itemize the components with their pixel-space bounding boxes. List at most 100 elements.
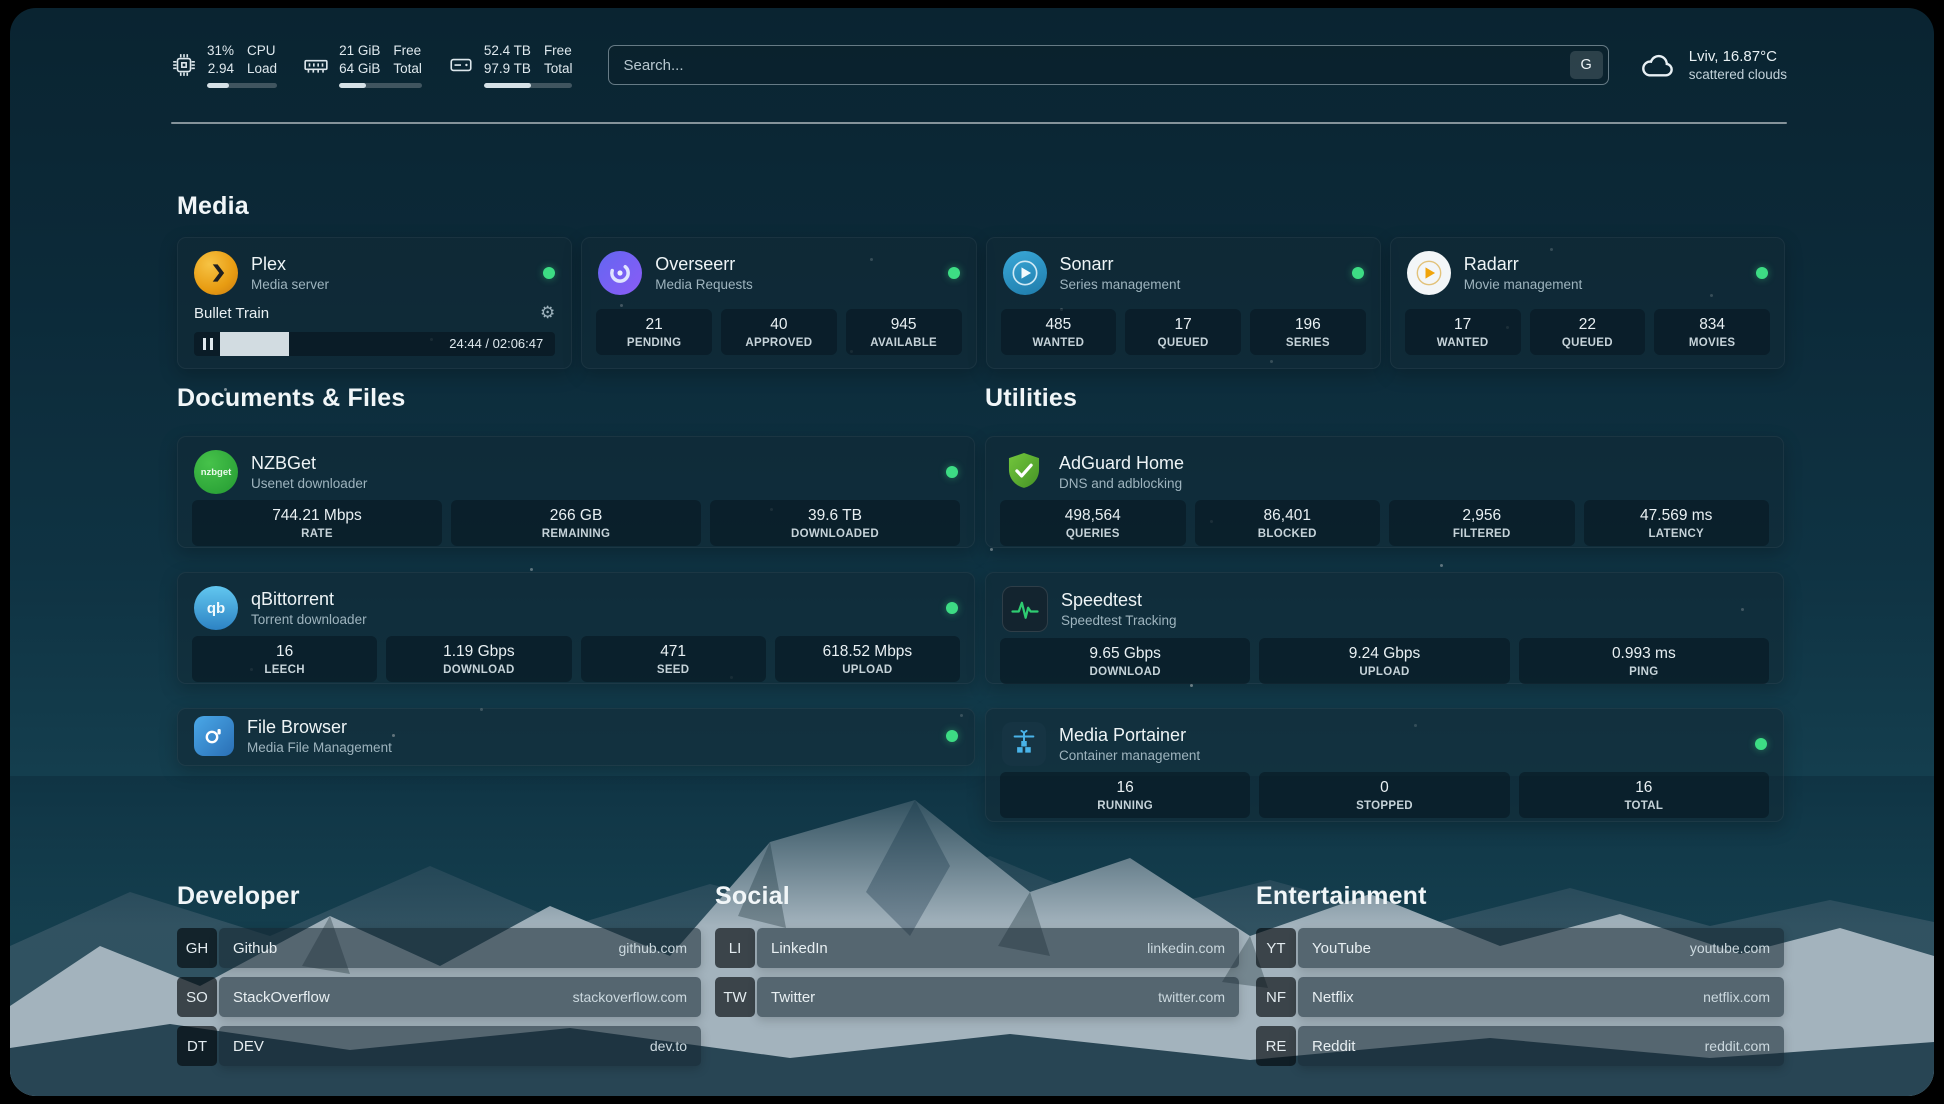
bookmark-youtube[interactable]: YT YouTube youtube.com xyxy=(1256,928,1784,968)
bookmark-url: reddit.com xyxy=(1705,1038,1770,1054)
stat-box: 21 PENDING xyxy=(596,309,712,355)
service-title: Radarr xyxy=(1464,254,1583,276)
stat-box: 0.993 ms PING xyxy=(1519,638,1769,684)
bookmark-dev[interactable]: DT DEV dev.to xyxy=(177,1026,701,1066)
snow-specks xyxy=(10,8,13,11)
stat-box: 40 APPROVED xyxy=(721,309,837,355)
status-dot xyxy=(946,466,958,478)
status-dot xyxy=(1755,738,1767,750)
speedtest-icon xyxy=(1002,586,1048,632)
bookmark-name: Reddit xyxy=(1312,1038,1355,1055)
playback-progress-fill xyxy=(220,332,289,356)
section-title-media: Media xyxy=(177,192,249,221)
service-card-nzbget[interactable]: nzbget NZBGet Usenet downloader 744.21 M… xyxy=(177,436,975,548)
disk-free-label: Free xyxy=(544,42,573,60)
bookmark-url: youtube.com xyxy=(1690,940,1770,956)
service-card-plex[interactable]: Plex Media server Bullet Train ⚙ 24:44 /… xyxy=(177,237,572,369)
pause-icon[interactable] xyxy=(203,338,213,350)
bookmark-netflix[interactable]: NF Netflix netflix.com xyxy=(1256,977,1784,1017)
qbittorrent-icon: qb xyxy=(194,586,238,630)
service-subtitle: Torrent downloader xyxy=(251,612,367,627)
search-bar[interactable]: G xyxy=(608,45,1608,85)
status-dot xyxy=(1756,267,1768,279)
service-card-adguard[interactable]: AdGuard Home DNS and adblocking 498,564 … xyxy=(985,436,1784,548)
disk-monitor: 52.4 TB 97.9 TB Free Total xyxy=(448,42,573,87)
now-playing-title: Bullet Train xyxy=(194,305,269,322)
radarr-icon xyxy=(1407,251,1451,295)
service-title: Plex xyxy=(251,254,329,276)
stat-box: 17 QUEUED xyxy=(1125,309,1241,355)
topbar-divider xyxy=(171,122,1787,124)
service-card-portainer[interactable]: Media Portainer Container management 16 … xyxy=(985,708,1784,822)
bookmark-url: stackoverflow.com xyxy=(573,989,687,1005)
stat-box: 16 LEECH xyxy=(192,636,377,682)
status-dot xyxy=(946,730,958,742)
service-card-sonarr[interactable]: Sonarr Series management 485 WANTED 17 Q… xyxy=(986,237,1381,369)
service-subtitle: DNS and adblocking xyxy=(1059,476,1184,491)
search-input[interactable] xyxy=(609,57,1569,74)
playback-time: 24:44 / 02:06:47 xyxy=(449,336,543,351)
bookmark-abbr: GH xyxy=(177,928,217,968)
stat-box: 945 AVAILABLE xyxy=(846,309,962,355)
search-provider-button[interactable]: G xyxy=(1570,51,1603,79)
stat-box: 16 RUNNING xyxy=(1000,772,1250,818)
bookmark-name: Twitter xyxy=(771,989,815,1006)
stat-box: 834 MOVIES xyxy=(1654,309,1770,355)
settings-gear-icon[interactable]: ⚙ xyxy=(540,303,555,323)
service-card-overseerr[interactable]: Overseerr Media Requests 21 PENDING 40 A… xyxy=(581,237,976,369)
bookmark-url: linkedin.com xyxy=(1147,940,1225,956)
topbar: 31% 2.94 CPU Load xyxy=(171,40,1787,90)
playback-progress-bar[interactable]: 24:44 / 02:06:47 xyxy=(194,332,555,356)
filebrowser-icon xyxy=(194,716,234,756)
service-subtitle: Media File Management xyxy=(247,740,392,755)
service-subtitle: Movie management xyxy=(1464,277,1583,292)
portainer-icon xyxy=(1002,722,1046,766)
memory-total-value: 64 GiB xyxy=(339,60,380,78)
bookmark-stackoverflow[interactable]: SO StackOverflow stackoverflow.com xyxy=(177,977,701,1017)
overseerr-icon xyxy=(598,251,642,295)
bookmark-twitter[interactable]: TW Twitter twitter.com xyxy=(715,977,1239,1017)
bookmark-abbr: YT xyxy=(1256,928,1296,968)
service-card-filebrowser[interactable]: File Browser Media File Management xyxy=(177,708,975,766)
service-card-speedtest[interactable]: Speedtest Speedtest Tracking 9.65 Gbps D… xyxy=(985,572,1784,684)
weather-condition: scattered clouds xyxy=(1689,67,1787,82)
section-title-entertainment: Entertainment xyxy=(1256,882,1427,911)
bookmark-column-entertainment: YT YouTube youtube.com NF Netflix netfli… xyxy=(1256,928,1784,1066)
memory-monitor: 21 GiB 64 GiB Free Total xyxy=(303,42,422,87)
bookmark-name: YouTube xyxy=(1312,940,1371,957)
stat-box: 39.6 TB DOWNLOADED xyxy=(710,500,960,546)
sonarr-icon xyxy=(1003,251,1047,295)
stat-box: 16 TOTAL xyxy=(1519,772,1769,818)
service-title: Speedtest xyxy=(1061,590,1177,612)
service-subtitle: Usenet downloader xyxy=(251,476,367,491)
stat-box: 471 SEED xyxy=(581,636,766,682)
bookmark-github[interactable]: GH Github github.com xyxy=(177,928,701,968)
cpu-load-value: 2.94 xyxy=(208,60,234,78)
bookmark-name: LinkedIn xyxy=(771,940,828,957)
stat-box: 86,401 BLOCKED xyxy=(1195,500,1381,546)
service-title: qBittorrent xyxy=(251,589,367,611)
bookmark-linkedin[interactable]: LI LinkedIn linkedin.com xyxy=(715,928,1239,968)
section-title-utilities: Utilities xyxy=(985,384,1077,413)
bookmark-name: DEV xyxy=(233,1038,264,1055)
service-title: NZBGet xyxy=(251,453,367,475)
bookmark-url: twitter.com xyxy=(1158,989,1225,1005)
plex-icon xyxy=(194,251,238,295)
cpu-monitor: 31% 2.94 CPU Load xyxy=(171,42,277,87)
memory-icon xyxy=(303,52,329,78)
cpu-icon xyxy=(171,52,197,78)
stat-box: 47.569 ms LATENCY xyxy=(1584,500,1770,546)
bookmark-abbr: LI xyxy=(715,928,755,968)
disk-progress-fill xyxy=(484,83,531,88)
cloud-icon xyxy=(1639,50,1677,80)
service-card-qbittorrent[interactable]: qb qBittorrent Torrent downloader 16 LEE… xyxy=(177,572,975,684)
stat-box: 9.24 Gbps UPLOAD xyxy=(1259,638,1509,684)
bookmark-reddit[interactable]: RE Reddit reddit.com xyxy=(1256,1026,1784,1066)
status-dot xyxy=(1352,267,1364,279)
bookmark-name: Netflix xyxy=(1312,989,1354,1006)
disk-icon xyxy=(448,52,474,78)
service-card-radarr[interactable]: Radarr Movie management 17 WANTED 22 QUE… xyxy=(1390,237,1785,369)
service-title: Media Portainer xyxy=(1059,725,1200,747)
service-subtitle: Speedtest Tracking xyxy=(1061,613,1177,628)
bookmark-abbr: TW xyxy=(715,977,755,1017)
